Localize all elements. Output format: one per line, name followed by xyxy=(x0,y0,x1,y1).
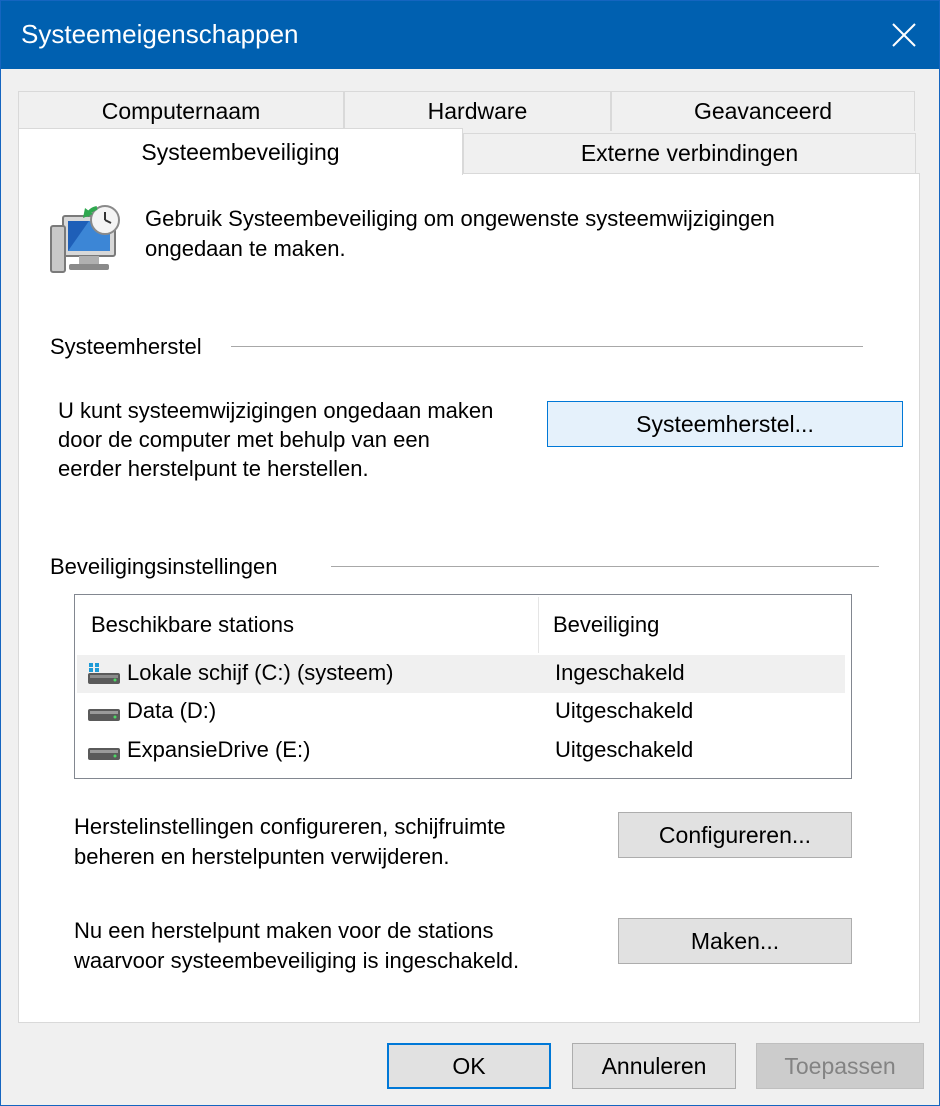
intro-text-line1: Gebruik Systeembeveiliging om ongewenste… xyxy=(145,206,775,231)
restore-desc-line3: eerder herstelpunt te herstellen. xyxy=(58,456,369,481)
column-separator[interactable] xyxy=(538,597,539,653)
protection-group-divider xyxy=(331,566,879,567)
tab-systeembeveiliging[interactable]: Systeembeveiliging xyxy=(18,128,463,175)
drive-name: Data (D:) xyxy=(127,698,217,723)
drive-row[interactable]: Data (D:) Uitgeschakeld xyxy=(77,693,845,731)
create-desc-line2: waarvoor systeembeveiliging is ingeschak… xyxy=(74,948,520,973)
dialog-footer: OK Annuleren Toepassen xyxy=(1,1023,939,1105)
drive-row[interactable]: Lokale schijf (C:) (systeem) Ingeschakel… xyxy=(77,655,845,693)
tab-geavanceerd[interactable]: Geavanceerd xyxy=(611,91,915,131)
tab-panel-systeembeveiliging: Gebruik Systeembeveiliging om ongewenste… xyxy=(18,173,920,1023)
configure-button[interactable]: Configureren... xyxy=(618,812,852,858)
intro-text-line2: ongedaan te maken. xyxy=(145,236,346,261)
ok-button[interactable]: OK xyxy=(387,1043,551,1089)
tab-hardware[interactable]: Hardware xyxy=(344,91,611,131)
cancel-button[interactable]: Annuleren xyxy=(572,1043,736,1089)
drive-status: Ingeschakeld xyxy=(555,660,685,685)
drive-name: Lokale schijf (C:) (systeem) xyxy=(127,660,394,685)
restore-group-divider xyxy=(231,346,863,347)
restore-group-label: Systeemherstel xyxy=(50,334,202,360)
column-header-beveiliging[interactable]: Beveiliging xyxy=(553,597,843,653)
protection-group-label: Beveiligingsinstellingen xyxy=(50,554,278,580)
drive-name: ExpansieDrive (E:) xyxy=(127,737,311,762)
system-drive-icon xyxy=(88,663,120,684)
drive-status: Uitgeschakeld xyxy=(555,737,694,762)
restore-desc-line2: door de computer met behulp van een xyxy=(58,427,430,452)
close-button[interactable] xyxy=(869,1,939,69)
column-header-stations[interactable]: Beschikbare stations xyxy=(91,597,537,653)
configure-desc-line2: beheren en herstelpunten verwijderen. xyxy=(74,844,450,869)
hard-drive-icon xyxy=(88,748,120,760)
system-protection-icon xyxy=(50,205,120,273)
configure-desc-line1: Herstelinstellingen configureren, schijf… xyxy=(74,814,506,839)
system-restore-button[interactable]: Systeemherstel... xyxy=(547,401,903,447)
restore-desc-line1: U kunt systeemwijzigingen ongedaan maken xyxy=(58,398,494,423)
title-bar[interactable]: Systeemeigenschappen xyxy=(1,1,939,69)
apply-button: Toepassen xyxy=(756,1043,924,1089)
drive-row[interactable]: ExpansieDrive (E:) Uitgeschakeld xyxy=(77,732,845,770)
hard-drive-icon xyxy=(88,709,120,721)
tab-computernaam[interactable]: Computernaam xyxy=(18,91,344,131)
drives-list[interactable]: Beschikbare stations Beveiliging Lokale … xyxy=(74,594,852,779)
close-icon xyxy=(892,23,916,47)
system-properties-window: Systeemeigenschappen Computernaam Hardwa… xyxy=(0,0,940,1106)
window-title: Systeemeigenschappen xyxy=(21,19,299,49)
tab-externe-verbindingen[interactable]: Externe verbindingen xyxy=(463,133,916,173)
create-desc-line1: Nu een herstelpunt maken voor de station… xyxy=(74,918,494,943)
drive-status: Uitgeschakeld xyxy=(555,698,694,723)
create-restore-point-button[interactable]: Maken... xyxy=(618,918,852,964)
